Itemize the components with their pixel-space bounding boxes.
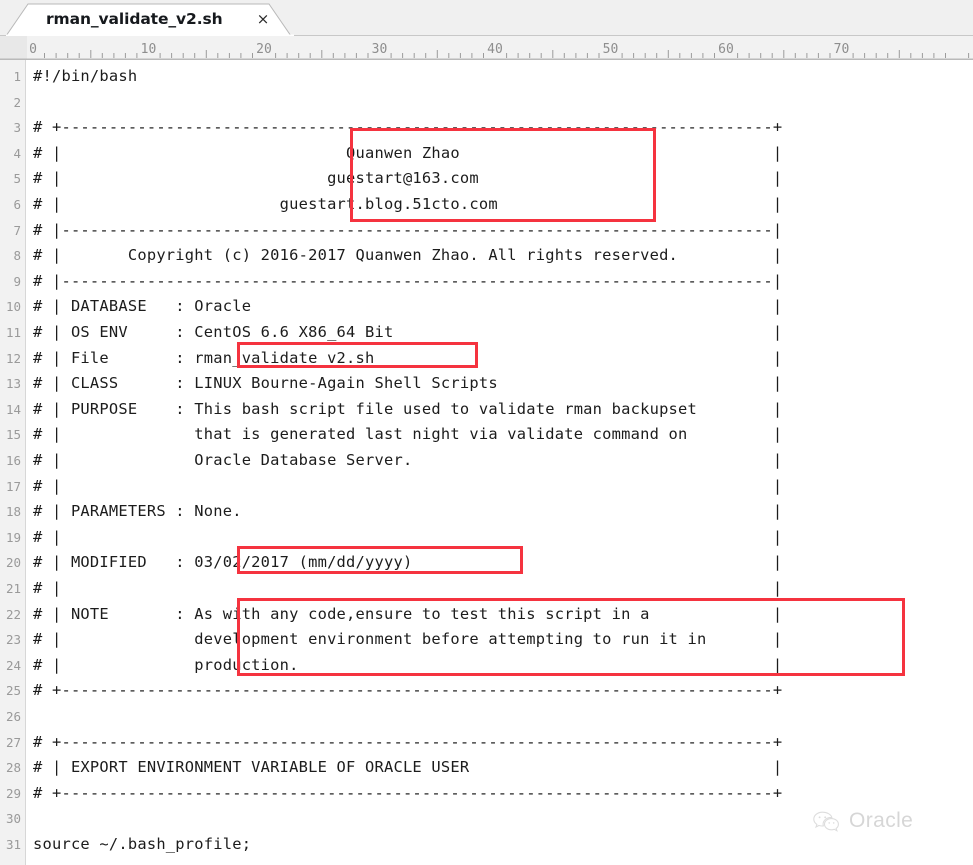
code-line[interactable]: # | File : rman_validate_v2.sh | (33, 346, 782, 372)
ruler-ticks: 0 10 20 30 40 50 60 70 (0, 42, 973, 59)
code-line[interactable]: # | production. | (33, 653, 782, 679)
line-number: 17 (5, 478, 21, 494)
line-number: 10 (5, 299, 21, 315)
code-line[interactable]: # | guestart.blog.51cto.com | (33, 192, 782, 218)
line-number: 18 (5, 504, 21, 520)
svg-text:10: 10 (141, 42, 157, 57)
line-number: 12 (5, 350, 21, 366)
code-line[interactable]: # | that is generated last night via val… (33, 422, 782, 448)
code-line[interactable]: # | PURPOSE : This bash script file used… (33, 397, 782, 423)
line-number: 13 (5, 376, 21, 392)
line-number: 21 (5, 581, 21, 596)
code-line[interactable]: # | | (33, 576, 782, 602)
svg-text:50: 50 (603, 42, 619, 57)
svg-text:60: 60 (718, 42, 734, 57)
code-line[interactable]: # | PARAMETERS : None. | (33, 499, 782, 525)
code-line[interactable]: # | Quanwen Zhao | (33, 141, 782, 167)
code-line[interactable]: # |-------------------------------------… (33, 218, 782, 244)
code-line[interactable]: # | guestart@163.com | (33, 166, 782, 192)
line-number: 24 (5, 657, 21, 673)
line-number: 25 (5, 683, 21, 699)
watermark-text: Oracle (849, 809, 914, 832)
tab-title: rman_validate_v2.sh (46, 10, 223, 28)
code-line[interactable]: # | DATABASE : Oracle | (33, 294, 782, 320)
code-content[interactable]: #!/bin/bash # +--------------------------… (27, 60, 973, 865)
editor-pane[interactable]: 1 2 3 4 5 6 7 8 9 10 11 12 13 14 15 16 17 18 19 20 21 22 23 24 2… (0, 60, 973, 865)
wechat-icon (813, 811, 839, 832)
line-number: 1 (13, 69, 21, 84)
code-line[interactable]: # +-------------------------------------… (33, 730, 782, 756)
line-number: 30 (5, 811, 21, 827)
code-line[interactable]: # |-------------------------------------… (33, 269, 782, 295)
svg-text:30: 30 (372, 42, 388, 57)
line-number: 3 (13, 120, 21, 136)
line-number: 5 (13, 171, 21, 187)
code-line[interactable]: # | Oracle Database Server. | (33, 448, 782, 474)
watermark: Oracle (812, 806, 913, 836)
tab-rman-validate-v2-sh[interactable]: rman_validate_v2.sh × (6, 3, 294, 36)
code-line[interactable]: # | development environment before attem… (33, 627, 782, 653)
code-line[interactable]: # | | (33, 525, 782, 551)
line-number: 7 (13, 222, 21, 238)
line-number: 19 (5, 529, 21, 545)
line-number: 22 (5, 606, 21, 622)
line-number: 20 (5, 555, 21, 571)
line-number: 16 (5, 453, 21, 468)
line-number: 28 (5, 760, 21, 776)
code-line[interactable]: # | CLASS : LINUX Bourne-Again Shell Scr… (33, 371, 782, 397)
tab-bar: rman_validate_v2.sh × (0, 0, 973, 36)
line-number: 2 (13, 94, 21, 110)
code-line[interactable]: # | Copyright (c) 2016-2017 Quanwen Zhao… (33, 243, 782, 269)
code-line[interactable]: # | EXPORT ENVIRONMENT VARIABLE OF ORACL… (33, 755, 782, 781)
line-number: 9 (13, 273, 21, 289)
code-line[interactable]: # | | (33, 474, 782, 500)
line-number: 26 (5, 709, 21, 724)
code-line[interactable]: #!/bin/bash (33, 64, 137, 90)
column-ruler: 0 10 20 30 40 50 60 70 (0, 36, 973, 60)
code-line[interactable]: # | OS ENV : CentOS 6.6 X86_64 Bit | (33, 320, 782, 346)
line-number: 23 (5, 632, 21, 648)
line-number: 6 (13, 197, 21, 212)
line-number-gutter: 1 2 3 4 5 6 7 8 9 10 11 12 13 14 15 16 17 18 19 20 21 22 23 24 2… (0, 60, 26, 865)
code-line[interactable]: # +-------------------------------------… (33, 115, 782, 141)
svg-text:70: 70 (834, 42, 850, 57)
line-number: 15 (5, 427, 21, 443)
line-number: 11 (5, 325, 21, 340)
line-number: 31 (5, 837, 21, 852)
code-line[interactable]: # +-------------------------------------… (33, 781, 782, 807)
code-line[interactable]: # | NOTE : As with any code,ensure to te… (33, 602, 782, 628)
svg-text:0: 0 (29, 42, 37, 57)
line-number: 27 (5, 734, 21, 750)
svg-text:20: 20 (256, 42, 272, 57)
line-number: 14 (5, 401, 21, 417)
code-line[interactable]: # +-------------------------------------… (33, 678, 782, 704)
line-number: 4 (13, 145, 21, 161)
close-icon[interactable]: × (255, 10, 271, 28)
line-number: 8 (13, 248, 21, 264)
code-line[interactable]: source ~/.bash_profile; (33, 832, 251, 858)
line-number: 29 (5, 785, 21, 801)
svg-text:40: 40 (487, 42, 503, 57)
code-editor-window: rman_validate_v2.sh × 0 10 20 30 40 50 60 70 12… (0, 0, 973, 865)
code-line[interactable]: # | MODIFIED : 03/02/2017 (mm/dd/yyyy) | (33, 550, 782, 576)
